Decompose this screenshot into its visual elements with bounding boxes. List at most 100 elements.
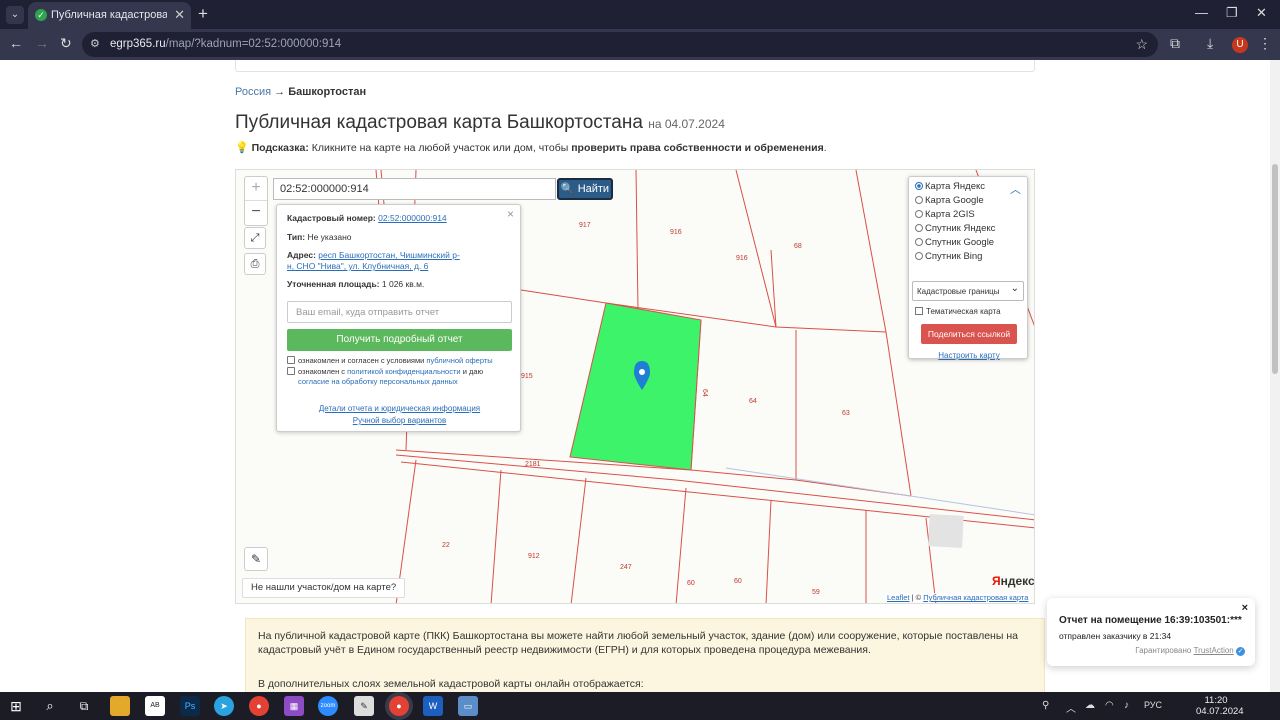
cadastral-map[interactable]: 917 916 916 68 915 64 64 63 2181 22 912 … — [235, 169, 1035, 604]
tab-close-icon[interactable]: ✕ — [174, 7, 185, 23]
scrollbar-thumb[interactable] — [1272, 164, 1278, 374]
offer-checkbox[interactable]: ознакомлен и согласен с условиями публич… — [287, 356, 493, 366]
cadnum-row: Кадастровый номер: 02:52:000000:914 — [287, 213, 447, 223]
clock[interactable]: 11:20 04.07.2024 — [1196, 695, 1244, 717]
photoshop-icon[interactable]: Ps — [180, 696, 200, 716]
file-explorer-icon[interactable] — [110, 696, 130, 716]
overlay-select[interactable]: Кадастровые границы — [912, 281, 1024, 301]
radio-icon — [915, 210, 923, 218]
wifi-icon[interactable]: ◠ — [1105, 700, 1114, 711]
trustaction-link[interactable]: TrustAction — [1194, 646, 1234, 655]
page-date: на 04.07.2024 — [648, 117, 725, 131]
extensions-icon[interactable]: ⧉ — [1170, 35, 1180, 52]
email-field[interactable]: Ваш email, куда отправить отчет — [287, 301, 512, 323]
header-box — [235, 60, 1035, 72]
forward-icon[interactable]: → — [35, 35, 49, 51]
yandex-logo: Яндекс — [992, 574, 1035, 588]
layer-option[interactable]: Спутник Яндекс — [915, 223, 995, 234]
print-icon[interactable]: ⎙ — [244, 253, 266, 275]
word-icon[interactable]: W — [423, 696, 443, 716]
layer-option[interactable]: Спутник Bing — [915, 251, 982, 262]
telegram-icon[interactable]: ➤ — [214, 696, 234, 716]
address-bar[interactable]: ⚙ egrp365.ru/map/?kadnum=02:52:000000:91… — [82, 32, 1158, 57]
tray-icon[interactable]: ⚲ — [1042, 700, 1049, 711]
notification-guarantee: Гарантировано TrustAction ✓ — [1135, 646, 1245, 656]
tray-icon[interactable]: ☁ — [1085, 700, 1095, 711]
share-link-button[interactable]: Поделиться ссылкой — [921, 324, 1017, 344]
notification-close-icon[interactable]: × — [1242, 602, 1248, 614]
reload-icon[interactable]: ↻ — [60, 35, 72, 52]
back-icon[interactable]: ← — [9, 35, 23, 51]
tab-search-button[interactable]: ⌄ — [6, 6, 24, 24]
app-icon[interactable]: ▦ — [284, 696, 304, 716]
layer-option[interactable]: Карта 2GIS — [915, 209, 975, 220]
configure-map-link[interactable]: Настроить карту — [909, 351, 1029, 360]
minimize-icon[interactable]: — — [1195, 5, 1208, 20]
report-notification: × Отчет на помещение 16:39:103501:*** от… — [1047, 598, 1255, 666]
report-details-link[interactable]: Детали отчета и юридическая информация — [277, 404, 522, 413]
layer-option[interactable]: Карта Google — [915, 195, 984, 206]
new-tab-button[interactable]: + — [198, 4, 208, 24]
browser-menu-icon[interactable]: ⋮ — [1258, 35, 1272, 52]
cadnum-link[interactable]: 02:52:000000:914 — [378, 213, 447, 223]
zoom-out-button[interactable]: − — [245, 201, 267, 225]
zoom-icon[interactable]: zoom — [318, 696, 338, 716]
breadcrumb-current: Башкортостан — [288, 86, 367, 98]
find-button[interactable]: 🔍 Найти — [557, 178, 613, 200]
chrome-active-icon[interactable]: ● — [389, 696, 409, 716]
lightbulb-icon: 💡 — [235, 142, 249, 154]
chrome-icon[interactable]: ● — [249, 696, 269, 716]
task-view-icon[interactable]: ⧉ — [74, 696, 94, 716]
address-link[interactable]: респ Башкортостан, Чишминский р- — [318, 250, 460, 260]
breadcrumb-root-link[interactable]: Россия — [235, 86, 271, 98]
fullscreen-icon[interactable]: ⤢ — [244, 227, 266, 249]
not-found-button[interactable]: Не нашли участок/дом на карте? — [242, 578, 406, 598]
popup-close-icon[interactable]: × — [507, 207, 514, 221]
ruler-icon[interactable]: ✎ — [244, 547, 268, 571]
info-box: На публичной кадастровой карте (ПКК) Баш… — [245, 618, 1045, 692]
cadastral-search-input[interactable]: 02:52:000000:914 — [273, 178, 556, 200]
plot-label: 2181 — [525, 461, 541, 468]
chevron-up-icon[interactable]: ︿ — [1066, 700, 1076, 715]
profile-avatar[interactable]: U — [1232, 37, 1248, 53]
window-close-icon[interactable]: ✕ — [1256, 5, 1267, 21]
zoom-control: + − — [244, 176, 268, 226]
notification-title: Отчет на помещение 16:39:103501:*** — [1059, 615, 1242, 626]
plot-label: 59 — [812, 589, 820, 596]
windows-start-icon[interactable]: ⊞ — [6, 696, 26, 716]
thematic-map-checkbox[interactable]: Тематическая карта — [915, 307, 1001, 316]
privacy-checkbox[interactable]: ознакомлен с политикой конфиденциальност… — [287, 367, 483, 387]
site-info-icon[interactable]: ⚙ — [90, 37, 100, 50]
type-row: Тип: Не указано — [287, 232, 352, 242]
app-icon[interactable]: AB — [145, 696, 165, 716]
info-paragraph: В дополнительных слоях земельной кадастр… — [258, 678, 644, 690]
browser-tab[interactable]: ✓ Публичная кадастровая карта ✕ — [28, 2, 191, 29]
url-text: egrp365.ru/map/?kadnum=02:52:000000:914 — [110, 38, 342, 50]
zoom-in-button[interactable]: + — [245, 177, 267, 201]
address-link-2[interactable]: н, СНО "Нива", ул. Клубничная, д. 6 — [287, 261, 428, 271]
plot-label: 917 — [579, 222, 591, 229]
restore-icon[interactable]: ❐ — [1226, 5, 1238, 21]
bookmark-star-icon[interactable]: ☆ — [1135, 36, 1148, 53]
layer-option[interactable]: Спутник Google — [915, 237, 994, 248]
manual-selection-link[interactable]: Ручной выбор вариантов — [277, 416, 522, 425]
verified-icon: ✓ — [1236, 647, 1245, 656]
plot-label: 63 — [842, 410, 850, 417]
page-scrollbar[interactable] — [1270, 60, 1280, 692]
pkk-link[interactable]: Публичная кадастровая карта — [923, 593, 1028, 602]
get-report-button[interactable]: Получить подробный отчет — [287, 329, 512, 351]
address-row: Адрес: респ Башкортостан, Чишминский р-н… — [287, 250, 460, 271]
downloads-icon[interactable]: ⤓ — [1207, 35, 1213, 52]
layer-option[interactable]: Карта Яндекс — [915, 181, 985, 192]
parcel-info-popup: × Кадастровый номер: 02:52:000000:914 Ти… — [276, 204, 521, 432]
volume-icon[interactable]: ♪ — [1124, 700, 1129, 711]
app-icon[interactable]: ▭ — [458, 696, 478, 716]
language-indicator[interactable]: РУС — [1144, 700, 1162, 710]
info-paragraph: На публичной кадастровой карте (ПКК) Баш… — [258, 630, 1018, 656]
leaflet-link[interactable]: Leaflet — [887, 593, 910, 602]
collapse-chevron-icon[interactable]: ︿ — [1010, 181, 1021, 197]
windows-taskbar: ⊞ ⌕ ⧉ AB Ps ➤ ● ▦ zoom ✎ ● W ▭ ⚲ ︿ ☁ ◠ ♪… — [0, 692, 1280, 720]
browser-tab-bar: ⌄ ✓ Публичная кадастровая карта ✕ + — ❐ … — [0, 0, 1280, 29]
app-icon[interactable]: ✎ — [354, 696, 374, 716]
search-icon[interactable]: ⌕ — [40, 696, 60, 716]
